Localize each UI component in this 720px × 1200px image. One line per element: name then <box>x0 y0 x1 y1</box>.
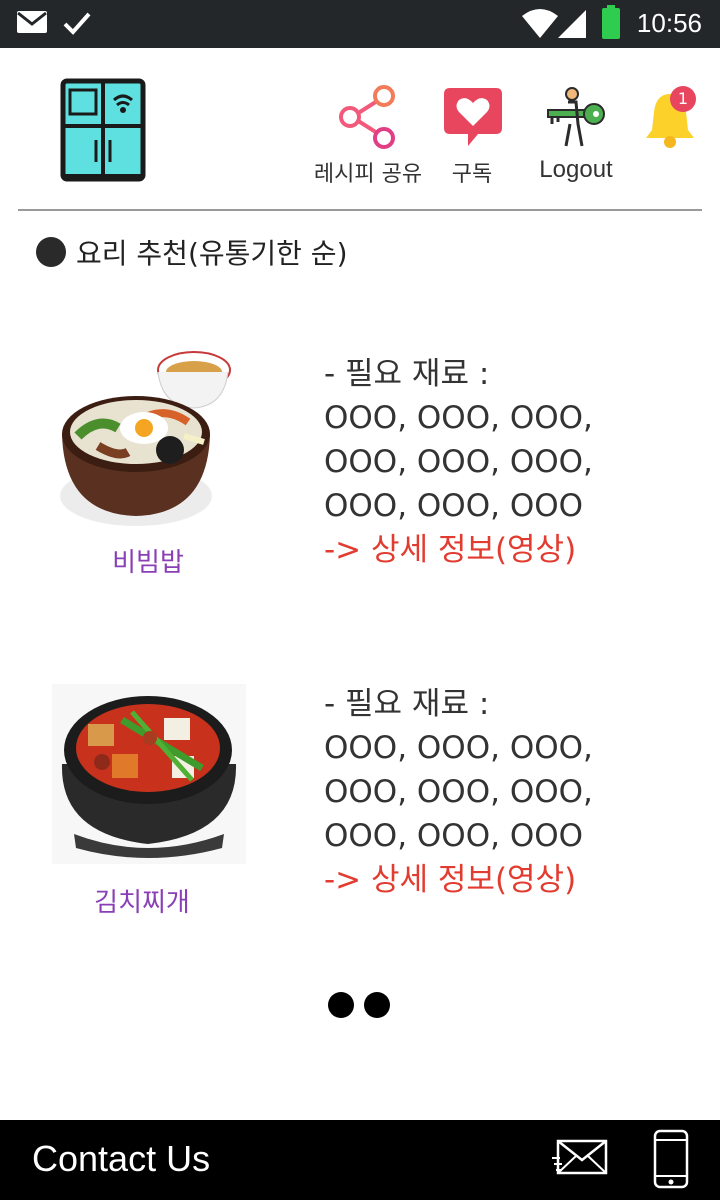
recipe-name: 비빔밥 <box>112 548 184 578</box>
share-icon <box>339 85 395 149</box>
mail-icon <box>17 11 47 33</box>
battery-icon <box>602 5 620 39</box>
notification-button[interactable]: 1 <box>642 86 702 150</box>
ingredient-line: OOO, OOO, OOO <box>324 818 584 854</box>
ingredient-line: OOO, OOO, OOO, <box>324 400 593 436</box>
status-time: 10:56 <box>636 8 702 38</box>
ingredients-label: - 필요 재료 : <box>324 686 490 722</box>
key-person-icon <box>547 87 605 147</box>
recipe-ingredients: - 필요 재료 : OOO, OOO, OOO, OOO, OOO, OOO, … <box>324 352 593 572</box>
signal-icon <box>558 10 586 38</box>
detail-video-link[interactable]: -> 상세 정보(영상) <box>324 858 593 902</box>
recipe-name: 김치찌개 <box>94 888 190 918</box>
detail-video-link[interactable]: -> 상세 정보(영상) <box>324 528 593 572</box>
check-icon <box>63 12 91 35</box>
pagination-dots[interactable] <box>328 992 390 1018</box>
bibimbap-image <box>60 351 231 526</box>
heart-chat-icon <box>444 88 502 146</box>
section-title-text: 요리 추천(유통기한 순) <box>76 237 348 270</box>
notification-badge: 1 <box>670 86 696 112</box>
logout-button[interactable]: Logout <box>530 84 622 192</box>
envelope-icon[interactable] <box>552 1138 610 1178</box>
ingredient-line: OOO, OOO, OOO, <box>324 774 593 810</box>
share-recipe-button[interactable]: 레시피 공유 <box>300 82 436 192</box>
page-dot[interactable] <box>328 992 354 1018</box>
recipe-ingredients: - 필요 재료 : OOO, OOO, OOO, OOO, OOO, OOO, … <box>324 682 593 902</box>
ingredients-label: - 필요 재료 : <box>324 356 490 392</box>
ingredient-line: OOO, OOO, OOO <box>324 488 584 524</box>
mobile-phone-icon[interactable] <box>652 1128 690 1190</box>
section-title: 요리 추천(유통기한 순) <box>36 232 348 272</box>
recipe-card: 비빔밥 - 필요 재료 : OOO, OOO, OOO, OOO, OOO, O… <box>40 340 680 590</box>
wifi-icon <box>522 9 558 38</box>
status-bar: 10:56 <box>0 0 720 48</box>
bullet-icon <box>36 237 66 267</box>
page-dot[interactable] <box>364 992 390 1018</box>
logout-label: Logout <box>539 156 613 183</box>
ingredient-line: OOO, OOO, OOO, <box>324 730 593 766</box>
header-divider <box>18 209 702 211</box>
recipe-card: 김치찌개 - 필요 재료 : OOO, OOO, OOO, OOO, OOO, … <box>40 670 680 920</box>
share-recipe-label: 레시피 공유 <box>313 162 423 187</box>
subscribe-label: 구독 <box>451 162 493 187</box>
subscribe-button[interactable]: 구독 <box>436 82 508 192</box>
smart-fridge-logo <box>60 78 146 182</box>
contact-us-link[interactable]: Contact Us <box>32 1138 210 1180</box>
kimchi-stew-image <box>52 684 246 864</box>
ingredient-line: OOO, OOO, OOO, <box>324 444 593 480</box>
